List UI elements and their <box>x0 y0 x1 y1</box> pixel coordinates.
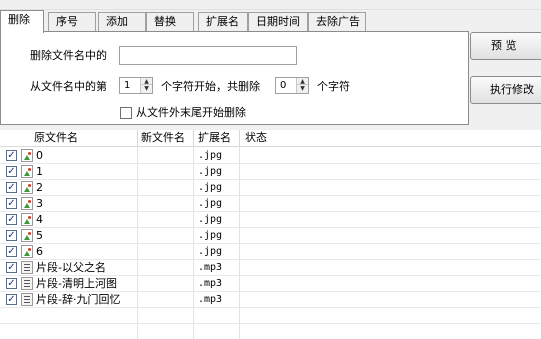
delete-in-name-label: 删除文件名中的 <box>30 49 107 62</box>
row-extension: .mp3 <box>198 294 223 305</box>
delete-text-input[interactable] <box>119 46 297 65</box>
row-checkbox[interactable]: ✓ <box>6 230 17 241</box>
spin-up-icon[interactable]: ▲ <box>141 78 152 85</box>
row-checkbox[interactable]: ✓ <box>6 182 17 193</box>
column-new-name[interactable]: 新文件名 <box>141 130 185 147</box>
image-file-icon <box>21 229 33 242</box>
spin-down-icon[interactable]: ▼ <box>297 85 308 92</box>
spin-up-icon[interactable]: ▲ <box>297 78 308 85</box>
tab-add[interactable]: 添加 <box>98 12 146 32</box>
row-checkbox[interactable]: ✓ <box>6 294 17 305</box>
preview-button[interactable]: 预 览 <box>470 32 541 60</box>
row-checkbox[interactable]: ✓ <box>6 150 17 161</box>
row-extension: .jpg <box>198 246 223 257</box>
table-row[interactable]: ✓ 4 .jpg <box>0 212 541 228</box>
delete-count-spinner[interactable]: 0 ▲ ▼ <box>275 77 309 94</box>
row-original-name: 1 <box>36 165 43 178</box>
table-row[interactable]: ✓ 2 .jpg <box>0 180 541 196</box>
row-original-name: 片段-清明上河图 <box>36 277 117 290</box>
image-file-icon <box>21 213 33 226</box>
row-extension: .jpg <box>198 230 223 241</box>
row-extension: .jpg <box>198 214 223 225</box>
table-row[interactable]: ✓ 6 .jpg <box>0 244 541 260</box>
row-original-name: 3 <box>36 197 43 210</box>
table-row[interactable]: ✓ 3 .jpg <box>0 196 541 212</box>
row-extension: .mp3 <box>198 262 223 273</box>
start-position-value: 1 <box>124 80 131 91</box>
row-checkbox[interactable]: ✓ <box>6 278 17 289</box>
audio-file-icon <box>21 293 33 306</box>
column-status[interactable]: 状态 <box>245 130 267 147</box>
start-position-spinner[interactable]: 1 ▲ ▼ <box>119 77 153 94</box>
tab-strip: 删除 序号 添加 替换 扩展名 日期时间 去除广告 <box>0 10 470 33</box>
from-end-label: 从文件外末尾开始删除 <box>136 106 246 119</box>
start-suffix-label: 个字符开始，共删除 <box>161 80 260 93</box>
row-checkbox[interactable]: ✓ <box>6 246 17 257</box>
row-extension: .mp3 <box>198 278 223 289</box>
image-file-icon <box>21 245 33 258</box>
tab-extension[interactable]: 扩展名 <box>198 12 248 32</box>
file-list: 原文件名 新文件名 扩展名 状态 ✓ 0 .jpg ✓ 1 .jpg ✓ 2 .… <box>0 130 541 339</box>
column-divider[interactable] <box>193 130 194 147</box>
count-suffix-label: 个字符 <box>317 80 350 93</box>
audio-file-icon <box>21 261 33 274</box>
row-checkbox[interactable]: ✓ <box>6 198 17 209</box>
audio-file-icon <box>21 277 33 290</box>
table-row[interactable]: ✓ 片段-以父之名 .mp3 <box>0 260 541 276</box>
image-file-icon <box>21 165 33 178</box>
image-file-icon <box>21 181 33 194</box>
row-original-name: 片段-以父之名 <box>36 261 106 274</box>
row-original-name: 6 <box>36 245 43 258</box>
row-original-name: 2 <box>36 181 43 194</box>
row-extension: .jpg <box>198 150 223 161</box>
table-row[interactable]: ✓ 0 .jpg <box>0 148 541 164</box>
row-extension: .jpg <box>198 182 223 193</box>
row-checkbox[interactable]: ✓ <box>6 262 17 273</box>
from-end-checkbox[interactable] <box>120 107 132 119</box>
tab-remove-ads[interactable]: 去除广告 <box>308 12 366 32</box>
execute-button[interactable]: 执行修改 <box>470 76 541 104</box>
column-original-name[interactable]: 原文件名 <box>34 130 78 147</box>
row-extension: .jpg <box>198 198 223 209</box>
row-extension: .jpg <box>198 166 223 177</box>
row-original-name: 片段-辞·九门回忆 <box>36 293 121 306</box>
tab-replace[interactable]: 替换 <box>146 12 194 32</box>
tab-sequence[interactable]: 序号 <box>48 12 96 32</box>
image-file-icon <box>21 197 33 210</box>
window-top-edge <box>0 0 541 10</box>
row-original-name: 0 <box>36 149 43 162</box>
from-position-label: 从文件名中的第 <box>30 80 107 93</box>
column-extension[interactable]: 扩展名 <box>198 130 231 147</box>
delete-count-value: 0 <box>280 80 287 91</box>
row-original-name: 5 <box>36 229 43 242</box>
file-list-header: 原文件名 新文件名 扩展名 状态 <box>0 130 541 147</box>
table-row[interactable]: ✓ 片段-清明上河图 .mp3 <box>0 276 541 292</box>
table-row[interactable]: ✓ 片段-辞·九门回忆 .mp3 <box>0 292 541 308</box>
table-row[interactable]: ✓ 5 .jpg <box>0 228 541 244</box>
tab-delete[interactable]: 删除 <box>0 10 44 33</box>
column-divider[interactable] <box>137 130 138 147</box>
table-row[interactable]: ✓ 1 .jpg <box>0 164 541 180</box>
grid-row-line <box>0 323 541 324</box>
row-checkbox[interactable]: ✓ <box>6 214 17 225</box>
column-divider[interactable] <box>239 130 240 147</box>
count-spinner-buttons[interactable]: ▲ ▼ <box>296 78 308 93</box>
tab-datetime[interactable]: 日期时间 <box>248 12 308 32</box>
delete-options-panel: 删除文件名中的 从文件名中的第 1 ▲ ▼ 个字符开始，共删除 0 ▲ ▼ 个字… <box>0 31 469 125</box>
spin-down-icon[interactable]: ▼ <box>141 85 152 92</box>
start-spinner-buttons[interactable]: ▲ ▼ <box>140 78 152 93</box>
row-original-name: 4 <box>36 213 43 226</box>
image-file-icon <box>21 149 33 162</box>
row-checkbox[interactable]: ✓ <box>6 166 17 177</box>
